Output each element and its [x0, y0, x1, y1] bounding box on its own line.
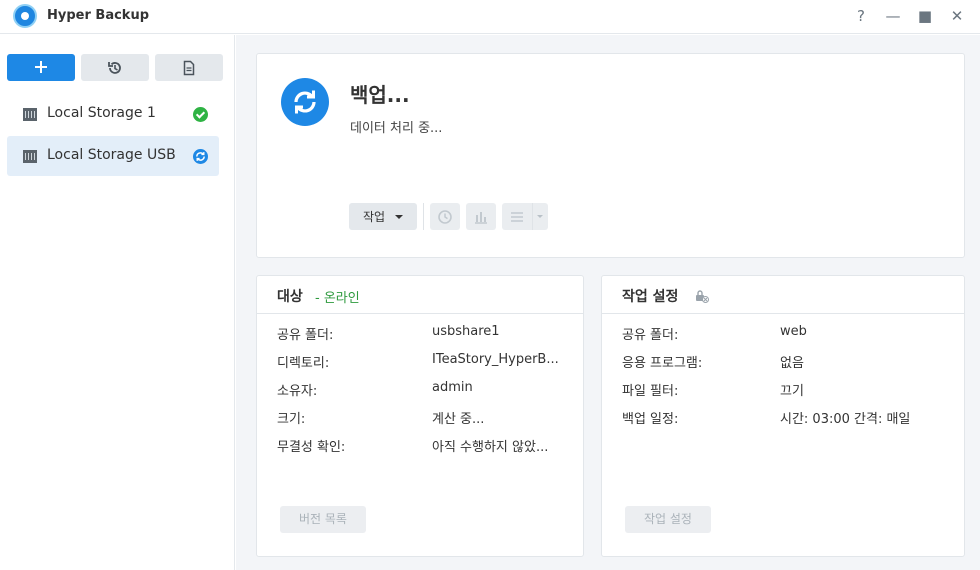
backup-status-subtitle: 데이터 처리 중... [350, 121, 443, 136]
task-label: Local Storage USB [47, 147, 176, 163]
backup-progress-icon [281, 78, 329, 126]
task-label: Local Storage 1 [47, 105, 156, 121]
restore-history-button[interactable] [81, 54, 149, 81]
row-value: 시간: 03:00 간격: 매일 [780, 412, 911, 427]
online-status: - 온라인 [315, 291, 360, 306]
log-button[interactable] [155, 54, 223, 81]
info-row: 크기: 계산 중... [257, 408, 583, 428]
row-value: 아직 수행하지 않았... [432, 440, 549, 455]
info-row: 백업 일정: 시간: 03:00 간격: 매일 [602, 408, 964, 428]
row-value: usbshare1 [432, 324, 500, 339]
clock-icon [438, 210, 452, 224]
row-value: 계산 중... [432, 412, 485, 427]
task-item-local-storage-1[interactable]: Local Storage 1 [7, 94, 219, 134]
info-row: 공유 폴더: web [602, 324, 964, 344]
document-icon [183, 60, 195, 76]
row-value: web [780, 324, 807, 339]
task-settings-card: 작업 설정 공유 폴더: web 응용 프로그램: 없음 파일 필터: 끄기 백업 일… [601, 275, 965, 557]
maximize-button[interactable]: ■ [914, 6, 936, 26]
menu-lines-icon [511, 212, 523, 222]
storage-icon [23, 150, 37, 163]
bar-chart-icon [475, 212, 487, 224]
history-icon [108, 62, 121, 74]
task-item-local-storage-usb[interactable]: Local Storage USB [7, 136, 219, 176]
split-divider [532, 203, 533, 230]
info-row: 파일 필터: 끄기 [602, 380, 964, 400]
target-card-header: 대상 - 온라인 [257, 276, 583, 314]
settings-card-header: 작업 설정 [602, 276, 964, 314]
toolbar-divider [423, 203, 424, 230]
version-list-footer-button[interactable]: 버전 목록 [280, 506, 366, 533]
main-panel: 백업... 데이터 처리 중... 작업 대상 - 온라인 공유 폴더: usb… [236, 35, 980, 570]
row-key: 파일 필터: [622, 384, 679, 399]
row-key: 무결성 확인: [277, 440, 346, 455]
row-key: 공유 폴더: [277, 328, 334, 343]
info-row: 무결성 확인: 아직 수행하지 않았... [257, 436, 583, 456]
caret-down-icon [395, 215, 403, 219]
row-value: 끄기 [780, 384, 804, 399]
hyper-backup-app-icon [13, 4, 37, 28]
settings-card-title: 작업 설정 [622, 289, 679, 305]
sync-status-icon [193, 149, 208, 164]
row-value: 없음 [780, 356, 804, 371]
target-card: 대상 - 온라인 공유 폴더: usbshare1 디렉토리: ITeaStory_… [256, 275, 584, 557]
target-card-title: 대상 [277, 289, 303, 305]
help-button[interactable]: ? [850, 6, 872, 26]
add-task-button[interactable] [7, 54, 75, 81]
row-key: 공유 폴더: [622, 328, 679, 343]
storage-icon [23, 108, 37, 121]
row-value: ITeaStory_HyperB... [432, 352, 559, 367]
sidebar: Local Storage 1 Local Storage USB [0, 35, 235, 570]
task-action-dropdown[interactable]: 작업 [349, 203, 417, 230]
lock-disabled-icon [696, 290, 709, 303]
success-check-icon [193, 107, 208, 122]
info-row: 소유자: admin [257, 380, 583, 400]
row-key: 디렉토리: [277, 356, 330, 371]
info-row: 공유 폴더: usbshare1 [257, 324, 583, 344]
task-action-label: 작업 [363, 210, 386, 224]
version-list-button[interactable] [430, 203, 460, 230]
info-row: 디렉토리: ITeaStory_HyperB... [257, 352, 583, 372]
row-key: 응용 프로그램: [622, 356, 703, 371]
plus-icon [35, 61, 47, 73]
app-title: Hyper Backup [47, 8, 150, 23]
statistics-button[interactable] [466, 203, 496, 230]
title-bar: Hyper Backup ? — ■ ✕ [0, 0, 980, 34]
row-key: 소유자: [277, 384, 318, 399]
more-actions-menu[interactable] [502, 203, 548, 230]
info-row: 응용 프로그램: 없음 [602, 352, 964, 372]
caret-down-icon [537, 215, 543, 218]
backup-status-card: 백업... 데이터 처리 중... 작업 [256, 53, 965, 258]
minimize-button[interactable]: — [882, 6, 904, 26]
row-key: 크기: [277, 412, 306, 427]
task-settings-footer-button[interactable]: 작업 설정 [625, 506, 711, 533]
backup-status-title: 백업... [350, 83, 410, 107]
row-key: 백업 일정: [622, 412, 679, 427]
close-button[interactable]: ✕ [946, 6, 968, 26]
row-value: admin [432, 380, 473, 395]
